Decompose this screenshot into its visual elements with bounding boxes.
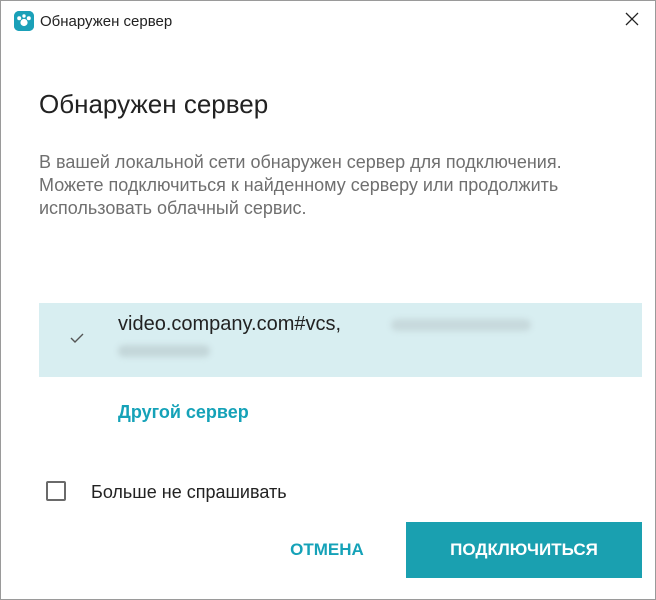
other-server-link[interactable]: Другой сервер xyxy=(118,402,249,423)
dont-ask-label[interactable]: Больше не спрашивать xyxy=(91,482,287,503)
close-icon xyxy=(625,12,639,26)
dialog-window: Обнаружен сервер Обнаружен сервер В ваше… xyxy=(0,0,656,600)
dialog-description: В вашей локальной сети обнаружен сервер … xyxy=(39,152,562,218)
connect-button[interactable]: ПОДКЛЮЧИТЬСЯ xyxy=(406,522,642,578)
dialog-heading: Обнаружен сервер xyxy=(39,89,269,119)
window-title: Обнаружен сервер xyxy=(40,13,173,30)
redacted-server-address xyxy=(118,345,210,357)
title-bar: Обнаружен сервер xyxy=(1,1,655,41)
close-button[interactable] xyxy=(609,1,655,37)
check-icon xyxy=(70,333,84,343)
redacted-server-label xyxy=(391,319,531,331)
dont-ask-checkbox[interactable] xyxy=(46,481,66,501)
app-logo-icon xyxy=(14,11,34,31)
server-list-item[interactable]: video.company.com#vcs, xyxy=(39,303,642,377)
cancel-button[interactable]: ОТМЕНА xyxy=(271,522,383,578)
server-name: video.company.com#vcs, xyxy=(118,313,342,335)
